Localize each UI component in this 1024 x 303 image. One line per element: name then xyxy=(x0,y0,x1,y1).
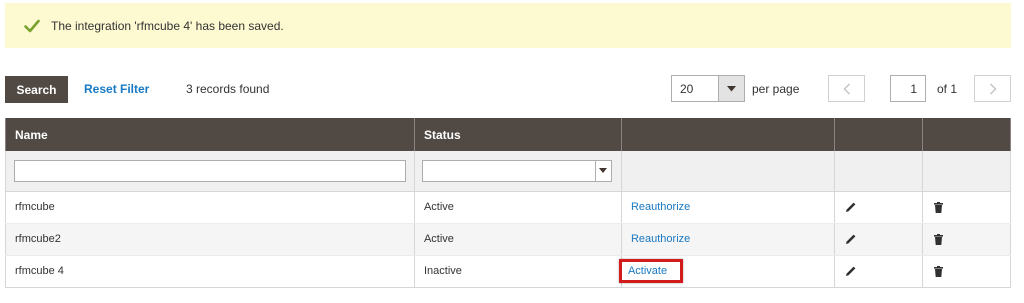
name-filter-cell xyxy=(5,151,415,192)
column-header-action xyxy=(620,118,836,151)
column-header-edit xyxy=(834,118,924,151)
table-row: rfmcube Active Reauthorize xyxy=(5,191,1011,224)
column-header-name[interactable]: Name xyxy=(5,118,415,151)
table-row: rfmcube 4 Inactive Activate xyxy=(5,255,1011,288)
column-header-status[interactable]: Status xyxy=(413,118,622,151)
checkmark-icon xyxy=(24,19,40,32)
integration-name: rfmcube xyxy=(5,191,415,224)
activate-link[interactable]: Activate xyxy=(628,265,667,277)
edit-cell xyxy=(834,255,924,288)
chevron-down-icon[interactable] xyxy=(718,76,744,101)
empty-filter-cell xyxy=(834,151,924,192)
activate-highlight-box: Activate xyxy=(618,259,684,283)
status-filter-select[interactable] xyxy=(421,159,612,182)
trash-icon[interactable] xyxy=(934,265,944,277)
current-page-input[interactable]: 1 xyxy=(890,75,926,102)
reauthorize-link[interactable]: Reauthorize xyxy=(631,233,690,245)
chevron-right-icon xyxy=(989,83,996,94)
integration-status: Inactive xyxy=(413,255,622,288)
delete-cell xyxy=(922,223,1011,256)
search-button[interactable]: Search xyxy=(5,76,68,103)
grid-toolbar: Search Reset Filter 3 records found 20 p… xyxy=(5,75,1011,103)
action-cell: Activate xyxy=(618,255,836,288)
success-message-text: The integration 'rfmcube 4' has been sav… xyxy=(51,18,284,33)
previous-page-button[interactable] xyxy=(828,75,865,102)
next-page-button[interactable] xyxy=(974,75,1011,102)
edit-cell xyxy=(834,223,924,256)
trash-icon[interactable] xyxy=(934,201,944,213)
trash-icon[interactable] xyxy=(934,233,944,245)
grid-header-row: Name Status xyxy=(5,118,1011,151)
chevron-left-icon xyxy=(843,83,850,94)
records-found-count: 3 records found xyxy=(186,82,270,96)
integration-name: rfmcube2 xyxy=(5,223,415,256)
success-message: The integration 'rfmcube 4' has been sav… xyxy=(5,3,1011,48)
pencil-icon[interactable] xyxy=(845,265,857,277)
filter-row xyxy=(5,151,1011,192)
column-header-delete xyxy=(922,118,1011,151)
action-cell: Reauthorize xyxy=(620,223,836,256)
reset-filter-link[interactable]: Reset Filter xyxy=(84,82,149,96)
pencil-icon[interactable] xyxy=(845,233,857,245)
edit-cell xyxy=(834,191,924,224)
page-total: of 1 xyxy=(937,82,958,96)
status-filter-cell xyxy=(413,151,622,192)
empty-filter-cell xyxy=(922,151,1011,192)
per-page-label: per page xyxy=(752,82,800,96)
integrations-grid: Name Status rfmcube Active Reauthorize r… xyxy=(5,118,1011,288)
integration-status: Active xyxy=(413,223,622,256)
delete-cell xyxy=(922,255,1011,288)
per-page-value: 20 xyxy=(680,81,694,96)
name-filter-input[interactable] xyxy=(14,159,406,182)
table-row: rfmcube2 Active Reauthorize xyxy=(5,223,1011,256)
action-cell: Reauthorize xyxy=(620,191,836,224)
empty-filter-cell xyxy=(620,151,836,192)
delete-cell xyxy=(922,191,1011,224)
chevron-down-icon[interactable] xyxy=(594,160,611,181)
current-page-value: 1 xyxy=(910,81,917,96)
pencil-icon[interactable] xyxy=(845,201,857,213)
reauthorize-link[interactable]: Reauthorize xyxy=(631,201,690,213)
per-page-select[interactable]: 20 xyxy=(671,75,745,102)
integration-name: rfmcube 4 xyxy=(5,255,415,288)
integration-status: Active xyxy=(413,191,622,224)
